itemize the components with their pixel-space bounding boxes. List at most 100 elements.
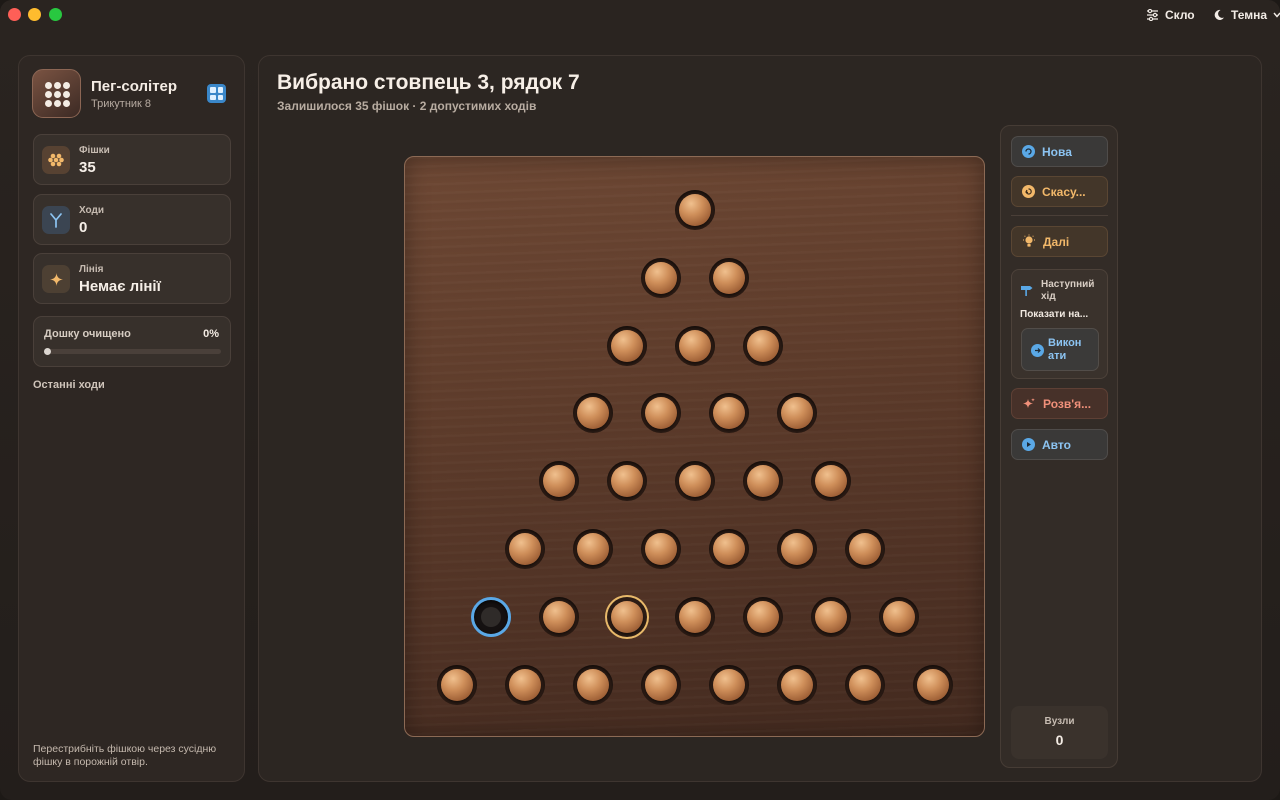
peg-hole[interactable] xyxy=(573,529,613,569)
app-header: Пег-солітер Трикутник 8 xyxy=(32,69,232,119)
peg[interactable] xyxy=(611,465,643,498)
peg-hole[interactable] xyxy=(505,529,545,569)
peg-hole[interactable] xyxy=(743,325,783,366)
peg[interactable] xyxy=(679,329,711,362)
stat-moves: Ходи 0 xyxy=(33,194,231,245)
peg-hole[interactable] xyxy=(709,393,749,434)
peg-hole[interactable] xyxy=(845,529,885,569)
peg-hole[interactable] xyxy=(709,529,749,569)
peg[interactable] xyxy=(713,397,745,430)
sidebar: Пег-солітер Трикутник 8 Фішки 35 Ходи 0 … xyxy=(18,55,245,782)
stat-pegs: Фішки 35 xyxy=(33,134,231,185)
progress-knob xyxy=(44,348,51,355)
board-cleared-progress: Дошку очищено 0% xyxy=(33,316,231,367)
peg-hole[interactable] xyxy=(811,596,851,637)
progress-track xyxy=(44,348,221,355)
peg-hole[interactable] xyxy=(879,596,919,637)
rules-hint: Перестрибніть фішкою через сусідню фішку… xyxy=(33,743,217,768)
peg[interactable] xyxy=(747,600,779,633)
peg-hole[interactable] xyxy=(505,664,545,705)
peg-hole[interactable] xyxy=(607,325,647,366)
peg-hole[interactable] xyxy=(573,393,613,434)
peg[interactable] xyxy=(509,533,541,565)
peg-hole[interactable] xyxy=(743,461,783,502)
peg-hole[interactable] xyxy=(675,461,715,502)
peg-hole[interactable] xyxy=(641,257,681,298)
signpost-icon xyxy=(1021,286,1033,296)
peg[interactable] xyxy=(883,600,915,633)
selected-peg-hole[interactable] xyxy=(607,596,647,637)
peg-hole[interactable] xyxy=(539,461,579,502)
sparkle-icon xyxy=(42,265,70,293)
peg-hole[interactable] xyxy=(709,664,749,705)
peg[interactable] xyxy=(679,600,711,633)
peg[interactable] xyxy=(815,600,847,633)
peg[interactable] xyxy=(815,465,847,498)
peg-hole[interactable] xyxy=(573,664,613,705)
close-window-button[interactable] xyxy=(8,8,21,21)
peg-hole[interactable] xyxy=(777,529,817,569)
peg[interactable] xyxy=(679,465,711,498)
zoom-window-button[interactable] xyxy=(49,8,62,21)
peg[interactable] xyxy=(611,329,643,362)
peg[interactable] xyxy=(509,668,541,701)
peg-hole[interactable] xyxy=(675,596,715,637)
peg[interactable] xyxy=(781,397,813,430)
peg-hole[interactable] xyxy=(743,596,783,637)
peg[interactable] xyxy=(577,397,609,430)
peg[interactable] xyxy=(713,668,745,701)
lightbulb-icon xyxy=(1023,234,1035,247)
next-hint-button[interactable]: Далі xyxy=(1011,226,1108,257)
peg-hole[interactable] xyxy=(777,664,817,705)
peg[interactable] xyxy=(713,533,745,565)
peg[interactable] xyxy=(713,261,745,294)
peg[interactable] xyxy=(645,668,677,701)
peg-hole[interactable] xyxy=(607,461,647,502)
peg-hole[interactable] xyxy=(811,461,851,502)
peg[interactable] xyxy=(543,600,575,633)
next-hint-label: Далі xyxy=(1043,234,1070,249)
peg[interactable] xyxy=(645,397,677,430)
peg-hole[interactable] xyxy=(437,664,477,705)
nodes-value: 0 xyxy=(1055,732,1064,748)
empty-hole-target[interactable] xyxy=(471,596,511,637)
peg[interactable] xyxy=(441,668,473,701)
new-game-button[interactable]: Нова xyxy=(1011,136,1108,167)
auto-play-button[interactable]: Авто xyxy=(1011,429,1108,460)
peg[interactable] xyxy=(781,668,813,701)
peg[interactable] xyxy=(917,668,949,701)
peg[interactable] xyxy=(747,329,779,362)
peg-hole[interactable] xyxy=(641,664,681,705)
peg[interactable] xyxy=(645,261,677,294)
execute-move-label: Викон ати xyxy=(1048,337,1082,362)
peg-hole[interactable] xyxy=(777,393,817,434)
selected-peg[interactable] xyxy=(611,600,643,633)
peg[interactable] xyxy=(577,668,609,701)
peg-hole[interactable] xyxy=(709,257,749,298)
peg-hole[interactable] xyxy=(675,190,715,230)
execute-move-button[interactable]: Викон ати xyxy=(1021,328,1099,371)
show-on-board-label[interactable]: Показати на... xyxy=(1020,309,1088,320)
peg[interactable] xyxy=(849,533,881,565)
peg-hole[interactable] xyxy=(641,529,681,569)
peg[interactable] xyxy=(543,465,575,498)
peg[interactable] xyxy=(747,465,779,498)
peg-hole[interactable] xyxy=(845,664,885,705)
minimize-window-button[interactable] xyxy=(28,8,41,21)
board-picker-grid-icon[interactable] xyxy=(207,84,226,103)
solve-button[interactable]: Розв'я... xyxy=(1011,388,1108,419)
peg-hole[interactable] xyxy=(539,596,579,637)
nodes-counter: Вузли 0 xyxy=(1011,706,1108,759)
peg[interactable] xyxy=(577,533,609,565)
peg[interactable] xyxy=(849,668,881,701)
peg[interactable] xyxy=(645,533,677,565)
undo-button[interactable]: Скасу... xyxy=(1011,176,1108,207)
peg-hole[interactable] xyxy=(641,393,681,434)
peg[interactable] xyxy=(679,194,711,226)
glass-toggle-button[interactable]: Скло xyxy=(1146,6,1195,24)
theme-dropdown[interactable]: Темна xyxy=(1213,6,1280,24)
peg-hole[interactable] xyxy=(675,325,715,366)
peg-hole[interactable] xyxy=(913,664,953,705)
new-game-label: Нова xyxy=(1042,144,1072,159)
peg[interactable] xyxy=(781,533,813,565)
